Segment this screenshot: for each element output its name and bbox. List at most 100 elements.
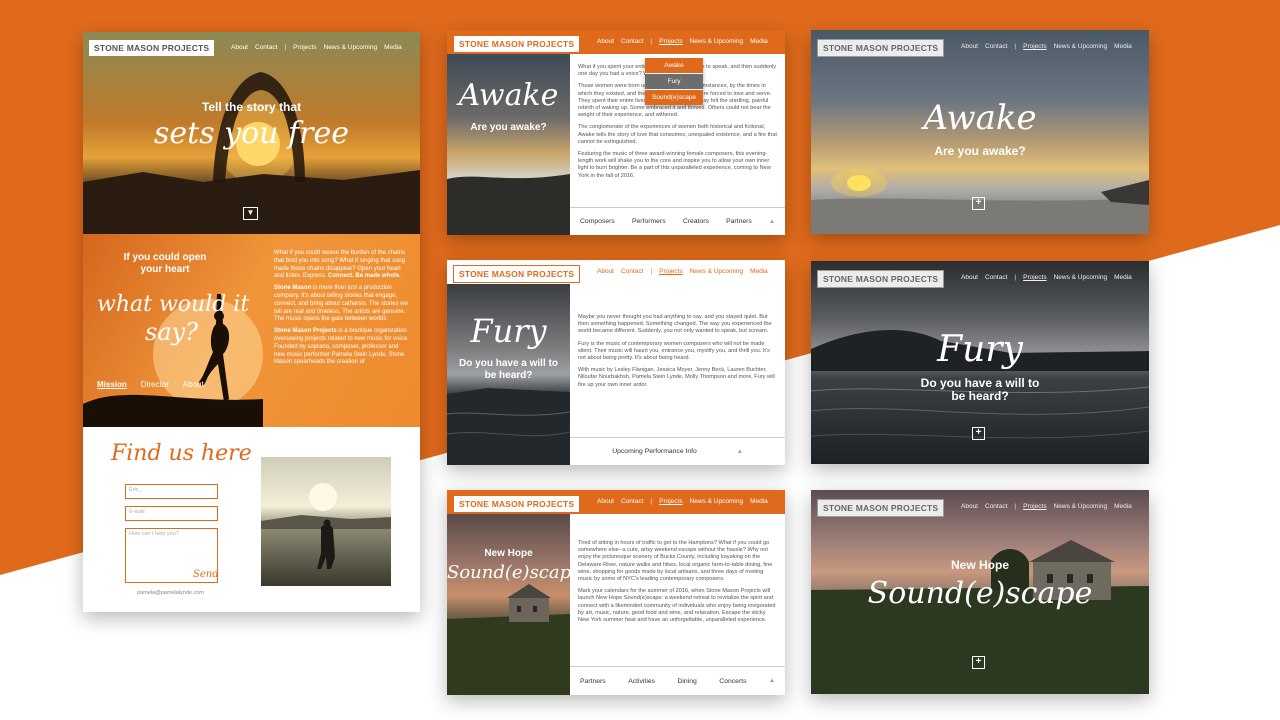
nav-media[interactable]: Media (750, 498, 768, 505)
dropdown-item-soundescape[interactable]: Sound(e)scape (645, 90, 703, 105)
mission-question-1: If you could open (123, 252, 207, 263)
contact-email[interactable]: pamela@pamelalynde.com (83, 590, 258, 596)
nav-separator: | (1014, 43, 1017, 50)
expand-plus-icon[interactable]: + (972, 197, 985, 210)
nav-news[interactable]: News & Upcoming (690, 498, 743, 505)
nav-media[interactable]: Media (1114, 274, 1132, 281)
hero-tagline: Tell the story that (201, 100, 302, 114)
nav-about[interactable]: About (597, 38, 614, 45)
nav-about[interactable]: About (231, 44, 248, 51)
awake-subtitle: Are you awake? (934, 144, 1026, 158)
soundescape-p2: Mark your calendars for the summer of 20… (578, 588, 776, 624)
brand-logo[interactable]: STONE MASON PROJECTS (817, 499, 945, 517)
nav-media[interactable]: Media (384, 44, 402, 51)
dropdown-item-fury[interactable]: Fury (645, 74, 703, 90)
nav-about[interactable]: About (961, 274, 978, 281)
nav-news[interactable]: News & Upcoming (690, 38, 743, 45)
nav-projects[interactable]: Projects (1023, 274, 1046, 281)
brand-logo[interactable]: STONE MASON PROJECTS (453, 35, 581, 53)
nav-separator: | (1014, 274, 1017, 281)
brand-logo[interactable]: STONE MASON PROJECTS (817, 39, 945, 57)
tab-director[interactable]: Director (141, 380, 169, 389)
nav-media[interactable]: Media (1114, 503, 1132, 510)
nav-separator: | (1014, 503, 1017, 510)
nav-contact[interactable]: Contact (985, 503, 1007, 510)
main-nav: About Contact | Projects News & Upcoming… (597, 38, 768, 45)
main-nav: About Contact | Projects News & Upcoming… (231, 44, 402, 51)
tab-partners[interactable]: Partners (726, 218, 752, 225)
mission-section: If you could open your heart what would … (83, 234, 420, 427)
tab-mission[interactable]: Mission (97, 380, 127, 389)
nav-media[interactable]: Media (1114, 43, 1132, 50)
fury-page-mockup: STONE MASON PROJECTS About Contact | Pro… (447, 260, 785, 465)
tab-partners[interactable]: Partners (580, 678, 606, 685)
nav-contact[interactable]: Contact (255, 44, 277, 51)
soundescape-header: STONE MASON PROJECTS About Contact | Pro… (447, 490, 785, 514)
nav-about[interactable]: About (961, 503, 978, 510)
nav-projects[interactable]: Projects (1023, 43, 1046, 50)
soundescape-page-mockup: STONE MASON PROJECTS About Contact | Pro… (447, 490, 785, 695)
nav-projects[interactable]: Projects (659, 498, 682, 505)
tab-dining[interactable]: Dining (678, 678, 697, 685)
contact-photo (261, 457, 391, 586)
email-field[interactable]: E-mail (125, 506, 218, 521)
dropdown-item-awake[interactable]: Awake (645, 58, 703, 74)
nav-contact[interactable]: Contact (621, 498, 643, 505)
fury-title: Fury (937, 329, 1023, 370)
brand-logo[interactable]: STONE MASON PROJECTS (453, 265, 581, 283)
tab-concerts[interactable]: Concerts (719, 678, 746, 685)
nav-news[interactable]: News & Upcoming (690, 268, 743, 275)
soundescape-tabs: Partners Activities Dining Concerts ▲ (570, 666, 785, 695)
tab-composers[interactable]: Composers (580, 218, 615, 225)
caret-up-icon[interactable]: ▲ (769, 219, 775, 225)
soundescape-title: Sound(e)scape (867, 576, 1093, 611)
soundescape-description: Tired of sitting in hours of traffic to … (570, 514, 785, 666)
nav-projects[interactable]: Projects (1023, 503, 1046, 510)
expand-plus-icon[interactable]: + (972, 427, 985, 440)
tab-creators[interactable]: Creators (683, 218, 709, 225)
fury-header: STONE MASON PROJECTS About Contact | Pro… (447, 260, 785, 284)
brand-logo[interactable]: STONE MASON PROJECTS (817, 270, 945, 288)
nav-about[interactable]: About (961, 43, 978, 50)
nav-projects[interactable]: Projects (659, 268, 682, 275)
nav-news[interactable]: News & Upcoming (1054, 503, 1107, 510)
nav-media[interactable]: Media (750, 268, 768, 275)
nav-news[interactable]: News & Upcoming (1054, 274, 1107, 281)
fury-image: Fury Do you have a will to be heard? (447, 284, 570, 465)
main-nav: About Contact | Projects News & Upcoming… (961, 503, 1132, 510)
fury-p1: Maybe you never thought you had anything… (578, 314, 772, 335)
fury-subtitle-2: be heard? (484, 370, 533, 381)
brand-logo[interactable]: STONE MASON PROJECTS (453, 495, 581, 513)
projects-dropdown: Awake Fury Sound(e)scape (645, 58, 703, 105)
nav-news[interactable]: News & Upcoming (324, 44, 377, 51)
tab-performers[interactable]: Performers (632, 218, 666, 225)
nav-about[interactable]: About (597, 268, 614, 275)
mission-script-1: what would it (97, 292, 250, 317)
nav-separator: | (284, 44, 287, 51)
nav-media[interactable]: Media (750, 38, 768, 45)
nav-projects[interactable]: Projects (293, 44, 316, 51)
nav-about[interactable]: About (597, 498, 614, 505)
tab-about[interactable]: About (183, 380, 204, 389)
name-field[interactable]: Eric_ (125, 484, 218, 499)
contact-section: Find us here Eric_ E-mail How can I help… (83, 427, 420, 612)
caret-up-icon[interactable]: ▲ (769, 678, 775, 684)
brand-logo[interactable]: STONE MASON PROJECTS (89, 40, 215, 56)
nav-news[interactable]: News & Upcoming (1054, 43, 1107, 50)
scroll-down-icon[interactable]: ▼ (243, 207, 258, 220)
upcoming-performance-link[interactable]: Upcoming Performance Info (612, 448, 697, 455)
para3-bold: Stone Mason Projects (274, 328, 337, 335)
nav-contact[interactable]: Contact (985, 274, 1007, 281)
tab-activities[interactable]: Activities (628, 678, 655, 685)
find-us-title: Find us here (111, 441, 252, 466)
fury-tabs: Upcoming Performance Info ▲ (570, 437, 785, 465)
nav-separator: | (650, 38, 653, 45)
expand-plus-icon[interactable]: + (972, 656, 985, 669)
nav-contact[interactable]: Contact (621, 38, 643, 45)
caret-up-icon[interactable]: ▲ (737, 449, 743, 455)
nav-projects[interactable]: Projects (659, 38, 682, 45)
send-button[interactable]: Send (193, 569, 219, 580)
nav-contact[interactable]: Contact (621, 268, 643, 275)
nav-contact[interactable]: Contact (985, 43, 1007, 50)
home-page-mockup: STONE MASON PROJECTS About Contact | Pro… (83, 32, 420, 612)
